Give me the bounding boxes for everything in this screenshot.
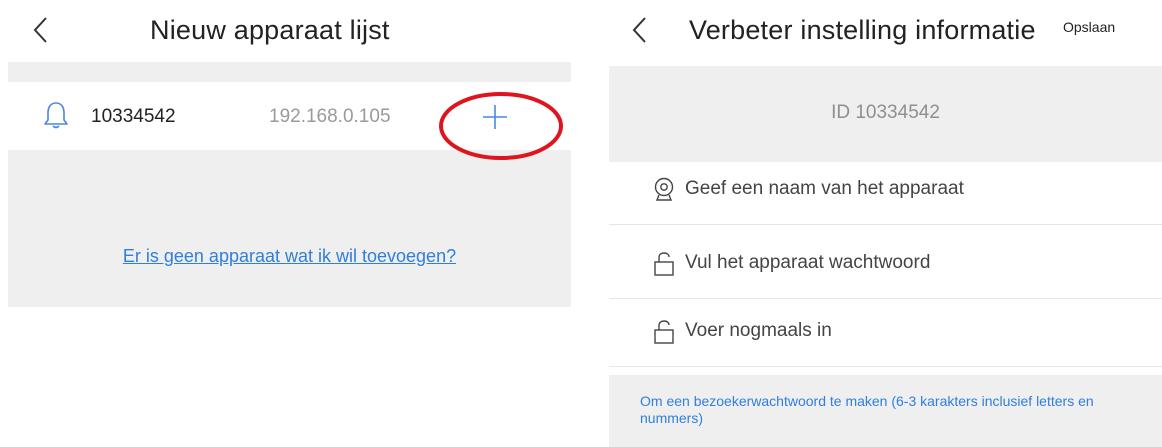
new-device-list-screen: Nieuw apparaat lijst 10334542 192.168.0.… [8,0,571,447]
camera-icon [654,177,674,201]
device-id-label: ID 10334542 [831,102,940,123]
lock-icon [654,252,674,276]
chevron-left-icon [632,17,646,43]
device-ip: 192.168.0.105 [269,106,391,127]
confirm-password-field[interactable]: Voer nogmaals in [609,298,1162,367]
back-button[interactable] [30,12,54,48]
device-name-placeholder: Geef een naam van het apparaat [685,178,964,199]
bell-icon [44,102,68,129]
save-button[interactable]: Opslaan [1063,19,1115,35]
lock-icon [654,320,674,344]
password-field[interactable]: Vul het apparaat wachtwoord [609,230,1162,299]
password-placeholder: Vul het apparaat wachtwoord [685,252,931,273]
add-device-button[interactable] [482,104,508,130]
header: Nieuw apparaat lijst [8,0,571,62]
back-button[interactable] [629,12,653,48]
device-row[interactable]: 10334542 192.168.0.105 [8,82,571,160]
page-title: Nieuw apparaat lijst [150,15,390,45]
device-settings-screen: Verbeter instelling informatie Opslaan I… [609,0,1162,447]
header: Verbeter instelling informatie Opslaan [609,0,1162,62]
device-id-box: ID 10334542 [609,66,1162,162]
no-device-help-link[interactable]: Er is geen apparaat wat ik wil toevoegen… [8,246,571,267]
confirm-password-placeholder: Voer nogmaals in [685,320,832,341]
device-name-field[interactable]: Geef een naam van het apparaat [609,156,1162,225]
visitor-password-note-box: Om een bezoekerwachtwoord te maken (6-3 … [609,375,1162,447]
device-id: 10334542 [91,106,176,127]
visitor-password-note: Om een bezoekerwachtwoord te maken (6-3 … [640,393,1094,426]
chevron-left-icon [33,17,47,43]
page-title: Verbeter instelling informatie [689,15,1036,45]
